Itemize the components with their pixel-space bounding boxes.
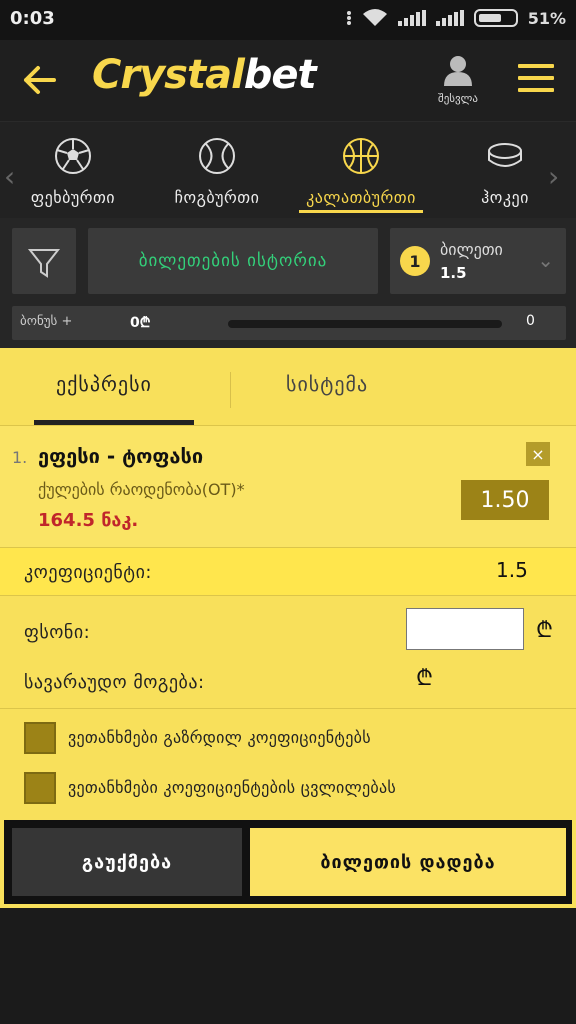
bottom-area: [0, 908, 576, 1024]
coefficient-label: კოეფიციენტი:: [24, 562, 152, 583]
bet-pick: 164.5 ნაკ.: [38, 510, 139, 531]
tab-label: კალათბურთი: [306, 188, 416, 207]
lari-currency-icon: ₾: [536, 618, 553, 643]
bet-item: 1. ეფესი - ტოფასი ქულების რაოდენობა(OT)*…: [0, 426, 576, 548]
ticket-count-badge: 1: [400, 246, 430, 276]
potential-win-label: სავარაუდო მოგება:: [24, 672, 205, 693]
place-bet-button[interactable]: ბილეთის დადება: [250, 828, 566, 896]
accept-increased-odds-checkbox[interactable]: [24, 722, 56, 754]
active-tab-indicator: [299, 210, 423, 213]
hamburger-menu-icon[interactable]: [518, 64, 554, 94]
user-icon: [444, 56, 472, 86]
tab-label: ჩოგბურთი: [174, 188, 260, 207]
divider: [0, 708, 576, 709]
ticket-selector[interactable]: 1 ბილეთი 1.5 ⌄: [390, 228, 566, 294]
ticket-history-button[interactable]: ბილეთების ისტორია: [88, 228, 378, 294]
tab-system[interactable]: სისტემა: [286, 372, 368, 396]
chevron-right-icon[interactable]: ›: [548, 160, 559, 193]
stake-input[interactable]: [406, 608, 524, 650]
login-button[interactable]: შესვლა: [430, 54, 486, 105]
status-icons: 51%: [346, 8, 566, 28]
back-arrow-icon[interactable]: [20, 60, 60, 100]
close-icon: ×: [531, 444, 545, 464]
signal-icon: [397, 10, 426, 26]
coefficient-row: კოეფიციენტი: 1.5: [0, 548, 576, 596]
ticket-odds: 1.5: [440, 264, 467, 282]
soccer-ball-icon: [55, 138, 91, 174]
tab-label: ფეხბურთი: [30, 188, 116, 207]
accept-odds-change-label: ვეთანხმები კოეფიციენტების ცვლილებას: [68, 778, 397, 797]
tab-soccer[interactable]: ფეხბურთი: [8, 136, 138, 207]
cancel-button[interactable]: გაუქმება: [12, 828, 242, 896]
filter-button[interactable]: [12, 228, 76, 294]
bonus-label: ბონუს +: [20, 314, 73, 329]
login-label: შესვლა: [438, 92, 478, 105]
betslip-tabs: ექსპრესი სისტემა: [0, 348, 576, 426]
accept-odds-change-checkbox[interactable]: [24, 772, 56, 804]
active-tab-indicator: [34, 420, 194, 425]
battery-icon: [473, 9, 518, 27]
bet-index: 1.: [12, 448, 28, 467]
bet-odds: 1.50: [461, 480, 549, 520]
status-bar: 0:03 51%: [0, 0, 576, 40]
bonus-value: 0₾: [130, 315, 151, 331]
basketball-icon: [343, 138, 379, 174]
sports-nav: ‹ ფეხბურთი ჩოგბურთი კალათბურთი ჰოკეი ›: [0, 122, 576, 218]
bet-market: ქულების რაოდენობა(OT)*: [38, 480, 245, 499]
crystalbet-logo: Crystalbet: [92, 52, 317, 98]
app-header: Crystalbet შესვლა: [0, 40, 576, 122]
battery-percent: 51%: [527, 8, 566, 28]
signal-icon-2: [435, 10, 464, 26]
funnel-icon: [27, 249, 61, 278]
tab-express[interactable]: ექსპრესი: [56, 372, 152, 396]
tab-basketball[interactable]: კალათბურთი: [296, 136, 426, 213]
ticket-label: ბილეთი: [440, 240, 503, 259]
coefficient-value: 1.5: [496, 558, 528, 582]
hockey-puck-icon: [488, 143, 522, 167]
bonus-count: 0: [526, 313, 535, 329]
accept-increased-odds-label: ვეთანხმები გაზრდილ კოეფიციენტებს: [68, 728, 371, 747]
tab-tennis[interactable]: ჩოგბურთი: [152, 136, 282, 207]
betslip-panel: ექსპრესი სისტემა 1. ეფესი - ტოფასი ქულებ…: [0, 348, 576, 908]
wifi-icon: [362, 9, 387, 26]
betslip-toolbar: ბილეთების ისტორია 1 ბილეთი 1.5 ⌄ ბონუს +…: [0, 218, 576, 348]
tennis-ball-icon: [199, 138, 235, 174]
betslip-actions: გაუქმება ბილეთის დადება: [4, 820, 572, 904]
chevron-down-icon: ⌄: [537, 248, 554, 272]
remove-bet-button[interactable]: ×: [526, 442, 550, 466]
more-icon: [346, 11, 351, 25]
bonus-progress: [228, 320, 502, 328]
status-time: 0:03: [10, 8, 55, 29]
lari-currency-icon: ₾: [416, 666, 433, 691]
bonus-bar: ბონუს + 0₾ 0: [12, 306, 566, 340]
bet-match: ეფესი - ტოფასი: [38, 444, 204, 468]
tab-divider: [230, 372, 231, 408]
stake-label: ფსონი:: [24, 622, 91, 643]
